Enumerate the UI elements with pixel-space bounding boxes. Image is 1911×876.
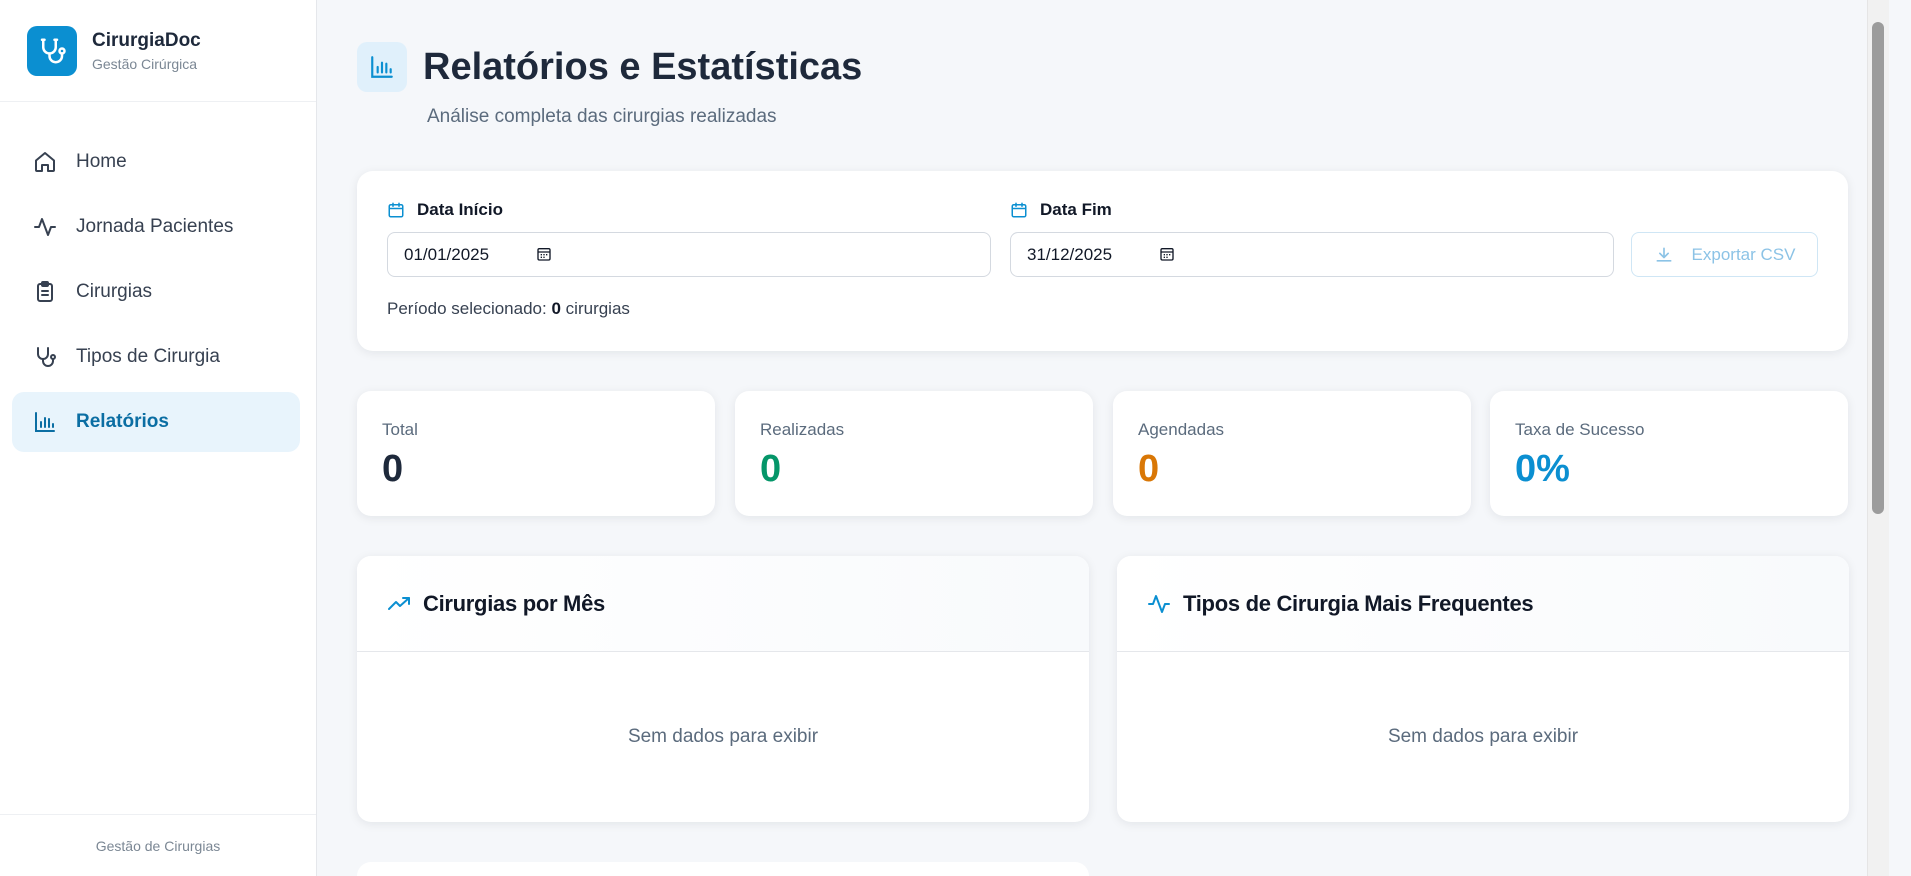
sidebar-item-label: Home [76,151,127,172]
calendar-picker-icon[interactable] [1159,246,1175,267]
clipboard-icon [32,279,58,305]
brand-name: CirurgiaDoc [92,29,201,51]
sidebar-item-label: Tipos de Cirurgia [76,346,220,367]
next-card-partial [357,862,1089,876]
page-subtitle: Análise completa das cirurgias realizada… [427,106,777,127]
main-content: Relatórios e Estatísticas Análise comple… [318,0,1889,876]
sidebar-footer: Gestão de Cirurgias [0,814,316,876]
chart-card-cirurgias-por-mes: Cirurgias por Mês Sem dados para exibir [357,556,1089,822]
activity-icon [1147,592,1171,616]
stat-card-realizadas: Realizadas 0 [735,391,1093,516]
bar-chart-icon [357,42,407,92]
sidebar-nav: Home Jornada Pacientes Cirurgias Tipos d… [0,102,316,452]
start-date-label: Data Início [387,200,503,220]
sidebar-item-tipos-de-cirurgia[interactable]: Tipos de Cirurgia [12,327,300,387]
page-title: Relatórios e Estatísticas [423,45,863,88]
stat-label: Taxa de Sucesso [1515,420,1645,439]
chart-title: Tipos de Cirurgia Mais Frequentes [1183,590,1534,616]
brand-subtitle: Gestão Cirúrgica [92,55,198,72]
stat-value: 0 [1138,448,1160,490]
stat-card-agendadas: Agendadas 0 [1113,391,1471,516]
end-date-input[interactable]: 31/12/2025 [1010,232,1614,277]
calendar-icon [387,201,405,219]
period-count: 0 [551,299,561,318]
download-icon [1654,245,1674,265]
empty-state: Sem dados para exibir [1387,726,1579,747]
stethoscope-logo-icon [27,25,77,76]
stat-label: Realizadas [760,420,845,439]
chart-header: Tipos de Cirurgia Mais Frequentes [1117,556,1849,652]
chart-card-tipos-de-cirurgia: Tipos de Cirurgia Mais Frequentes Sem da… [1117,556,1849,822]
export-csv-button[interactable]: Exportar CSV [1631,232,1818,277]
scrollbar[interactable] [1867,0,1889,876]
sidebar-item-cirurgias[interactable]: Cirurgias [12,262,300,322]
sidebar-item-label: Relatórios [76,411,169,432]
filter-card: Data Início 01/01/2025 Data Fim 31/12/20… [357,171,1848,351]
calendar-picker-icon[interactable] [536,246,552,267]
stat-label: Agendadas [1138,420,1225,439]
sidebar-item-relatorios[interactable]: Relatórios [12,392,300,452]
stethoscope-icon [32,344,58,370]
calendar-icon [1010,201,1028,219]
end-date-label: Data Fim [1010,200,1112,220]
stat-label: Total [382,420,418,439]
empty-state: Sem dados para exibir [627,726,819,747]
sidebar-item-home[interactable]: Home [12,132,300,192]
trending-up-icon [387,592,411,616]
start-date-input[interactable]: 01/01/2025 [387,232,991,277]
brand: CirurgiaDoc Gestão Cirúrgica [0,0,316,102]
stat-card-taxa-de-sucesso: Taxa de Sucesso 0% [1490,391,1848,516]
period-summary: Período selecionado: 0 cirurgias [387,299,630,318]
home-icon [32,149,58,175]
scrollbar-thumb[interactable] [1872,22,1884,514]
sidebar: CirurgiaDoc Gestão Cirúrgica Home Jornad… [0,0,317,876]
activity-icon [32,214,58,240]
stat-value: 0 [382,448,404,490]
bar-chart-icon [32,409,58,435]
page-header: Relatórios e Estatísticas Análise comple… [357,42,862,128]
stat-value: 0 [760,448,782,490]
chart-header: Cirurgias por Mês [357,556,1089,652]
sidebar-item-jornada-pacientes[interactable]: Jornada Pacientes [12,197,300,257]
sidebar-item-label: Jornada Pacientes [76,216,234,237]
stat-card-total: Total 0 [357,391,715,516]
stat-value: 0% [1515,448,1570,490]
sidebar-item-label: Cirurgias [76,281,153,302]
chart-title: Cirurgias por Mês [423,590,605,616]
